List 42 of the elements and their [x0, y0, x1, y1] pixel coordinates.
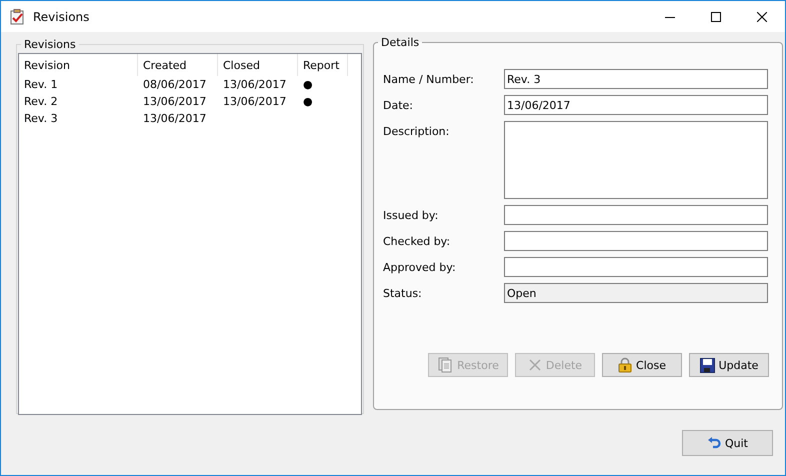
table-cell-text: ●	[302, 94, 314, 110]
undo-icon	[707, 436, 721, 450]
table-cell-text: Rev. 3	[23, 111, 59, 127]
table-cell-text: 13/06/2017	[142, 94, 208, 110]
field-label: Date:	[383, 98, 414, 114]
table-cell-text: ●	[302, 77, 314, 93]
input-field[interactable]	[504, 205, 768, 225]
description-field[interactable]	[504, 121, 768, 199]
column-header[interactable]: Revision	[19, 54, 138, 76]
lock-icon	[618, 357, 632, 373]
field-label: Status:	[383, 286, 423, 302]
document-icon	[437, 357, 454, 373]
table-cell-text: 13/06/2017	[222, 94, 288, 110]
field-label: Description:	[383, 124, 450, 140]
input-field[interactable]: Rev. 3	[504, 69, 768, 89]
status-field[interactable]: Open	[504, 283, 768, 303]
table-cell-text: 13/06/2017	[142, 111, 208, 127]
field-label: Name / Number:	[383, 72, 475, 88]
input-field[interactable]: 13/06/2017	[504, 95, 768, 115]
table-cell-text: 13/06/2017	[222, 77, 288, 93]
field-label: Issued by:	[383, 208, 440, 224]
window-title: Revisions	[33, 10, 90, 24]
input-field[interactable]	[504, 231, 768, 251]
field-label: Approved by:	[383, 260, 457, 276]
input-field[interactable]	[504, 257, 768, 277]
action-button[interactable]: Close	[602, 353, 682, 377]
field-label: Checked by:	[383, 234, 452, 250]
quit-button[interactable]: Quit	[682, 430, 773, 456]
close-icon	[528, 358, 542, 372]
clipboard-icon	[9, 8, 25, 24]
group-title: Revisions	[23, 38, 77, 51]
column-header[interactable]: Created	[138, 54, 218, 76]
table-cell-text: Rev. 1	[23, 77, 59, 93]
table-cell-text: 08/06/2017	[142, 77, 208, 93]
revision-list[interactable]: Revision Created Closed Report Rev. 1 08/06/2017 13/06/2017 ● Rev. 2 13/06/2017 13/06/2017 ● Rev. 3 13/06/2017	[18, 53, 362, 415]
maximize-icon	[711, 12, 721, 22]
column-header[interactable]: Closed	[218, 54, 298, 76]
action-button[interactable]: Update	[689, 353, 769, 377]
close-icon	[757, 12, 767, 22]
column-header[interactable]: Report	[298, 54, 348, 76]
table-cell-text: Rev. 2	[23, 94, 59, 110]
group-title: Details	[380, 36, 420, 49]
